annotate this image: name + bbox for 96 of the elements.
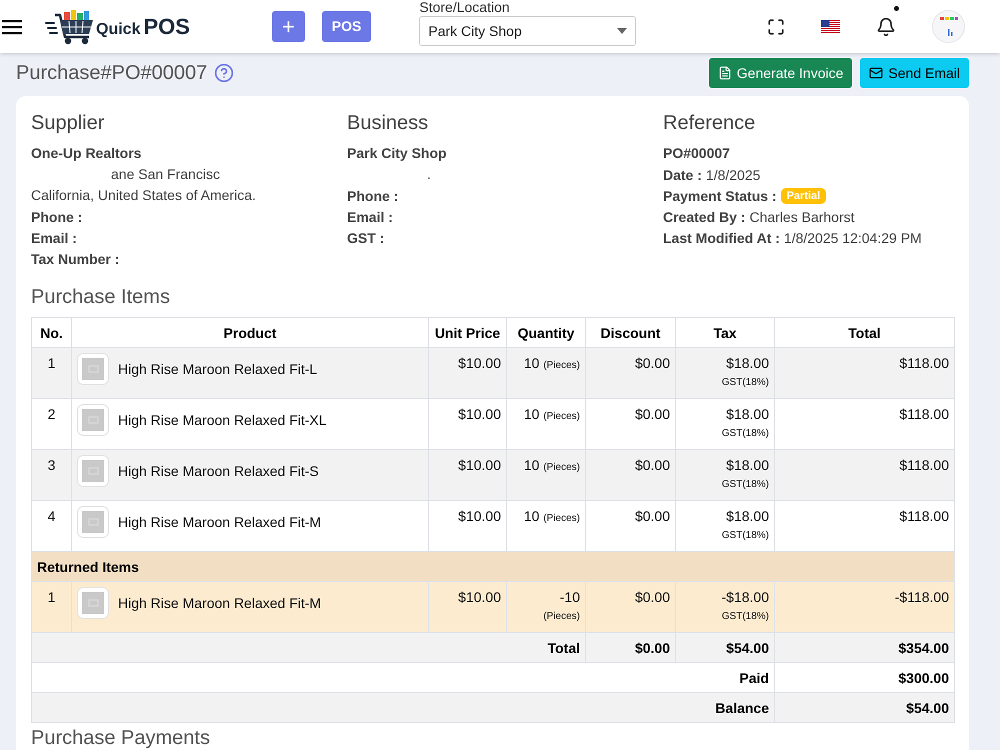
image-placeholder-icon [77, 455, 109, 487]
flag-icon[interactable] [821, 20, 840, 34]
table-cell: $54.00 [774, 692, 954, 722]
send-email-button[interactable]: Send Email [860, 58, 969, 88]
table-cell: $300.00 [774, 662, 954, 692]
fullscreen-icon[interactable] [767, 18, 785, 36]
table-cell: $10.00 [428, 398, 506, 450]
section-title: Business [347, 111, 428, 135]
field-label: Date : [663, 166, 702, 182]
table-cell: $118.00 [774, 398, 954, 450]
address-line: . [427, 165, 431, 184]
product-name: High Rise Maroon Relaxed Fit-XL [118, 411, 327, 430]
avatar-icon[interactable] [932, 10, 965, 43]
table-cell: $18.00 GST(18%) [676, 450, 774, 500]
field-value: Charles Barhorst [749, 208, 855, 224]
table-cell: $10.00 [428, 450, 506, 500]
field-label: Created By : [663, 208, 746, 224]
mail-icon [869, 66, 884, 80]
table-cell: $0.00 [586, 632, 676, 662]
table-cell: 10 (Pieces) [506, 500, 586, 552]
business-name: Park City Shop [347, 144, 447, 163]
table-cell: 10 (Pieces) [506, 398, 586, 450]
column-header: Product [72, 318, 428, 348]
supplier-name: One-Up Realtors [31, 144, 142, 163]
bell-icon[interactable] [876, 16, 896, 36]
image-placeholder-icon [77, 506, 109, 538]
table-cell: $118.00 [774, 500, 954, 552]
table-cell: $18.00 GST(18%) [676, 348, 774, 398]
product-name: High Rise Maroon Relaxed Fit-S [118, 462, 319, 481]
store-select[interactable]: Park City Shop [419, 16, 636, 46]
cart-logo-icon [45, 8, 95, 46]
table-cell: $0.00 [586, 500, 676, 552]
column-header: No. [32, 318, 72, 348]
section-title: Purchase Items [31, 285, 170, 309]
field-label: Last Modified At : [663, 230, 780, 246]
generate-invoice-button[interactable]: Generate Invoice [708, 58, 852, 88]
add-button[interactable]: + [272, 11, 305, 42]
status-badge: Partial [780, 188, 826, 204]
table-cell: $0.00 [586, 348, 676, 398]
section-header: Returned Items [32, 552, 954, 582]
table-cell: $10.00 [428, 500, 506, 552]
field-value: 1/8/2025 12:04:29 PM [784, 230, 922, 246]
field-label: Email : [347, 208, 393, 224]
table-cell: $0.00 [586, 398, 676, 450]
field-label: Phone : [347, 188, 398, 204]
address-line: ane San Francisc [111, 165, 220, 184]
field-label: Store/Location [419, 0, 510, 15]
reference-number: PO#00007 [663, 144, 730, 163]
menu-icon[interactable] [2, 18, 22, 34]
table-cell: 1 [32, 582, 72, 632]
table-cell: 10 (Pieces) [506, 450, 586, 500]
product-name: High Rise Maroon Relaxed Fit-M [118, 594, 322, 613]
table-cell: Total [32, 632, 586, 662]
notification-dot-icon [894, 6, 899, 10]
pos-button[interactable]: POS [322, 11, 372, 42]
section-title: Supplier [31, 111, 104, 135]
address-line: California, United States of America. [31, 186, 256, 205]
table-cell: 2 [32, 398, 72, 450]
table-cell: 4 [32, 500, 72, 552]
section-title: Purchase Payments [31, 727, 210, 749]
field-label: Email : [31, 230, 77, 246]
image-placeholder-icon [77, 353, 109, 385]
table-cell: Balance [32, 692, 774, 722]
table-cell: 10 (Pieces) [506, 348, 586, 398]
product-name: High Rise Maroon Relaxed Fit-M [118, 513, 322, 532]
page-title: Purchase#PO#00007 [16, 61, 208, 85]
table-cell: $0.00 [586, 582, 676, 632]
field-label: Payment Status : [663, 188, 777, 204]
section-title: Reference [663, 111, 756, 135]
help-icon[interactable] [214, 63, 234, 83]
field-value: 1/8/2025 [706, 166, 760, 182]
table-cell: $0.00 [586, 450, 676, 500]
table-cell: $10.00 [428, 582, 506, 632]
table-cell: 3 [32, 450, 72, 500]
caret-icon [617, 28, 628, 34]
field-label: GST : [347, 230, 384, 246]
table-cell: $354.00 [774, 632, 954, 662]
document-icon [718, 66, 732, 80]
table-cell: $54.00 [676, 632, 774, 662]
field-label: Tax Number : [31, 250, 120, 266]
table-cell: $118.00 [774, 348, 954, 398]
table-cell: -$18.00 GST(18%) [676, 582, 774, 632]
table-cell: -10 (Pieces) [506, 582, 586, 632]
table-cell: -$118.00 [774, 582, 954, 632]
table-cell: $18.00 GST(18%) [676, 500, 774, 552]
image-placeholder-icon [77, 587, 109, 619]
table-cell: $10.00 [428, 348, 506, 398]
table-cell: 1 [32, 348, 72, 398]
column-header: Total [774, 318, 954, 348]
image-placeholder-icon [77, 404, 109, 436]
table-cell: $118.00 [774, 450, 954, 500]
table-cell: Paid [32, 662, 774, 692]
table-cell: $18.00 GST(18%) [676, 398, 774, 450]
logo-text: Quick POS [96, 14, 190, 40]
product-name: High Rise Maroon Relaxed Fit-L [118, 360, 318, 379]
field-label: Phone : [31, 208, 82, 224]
